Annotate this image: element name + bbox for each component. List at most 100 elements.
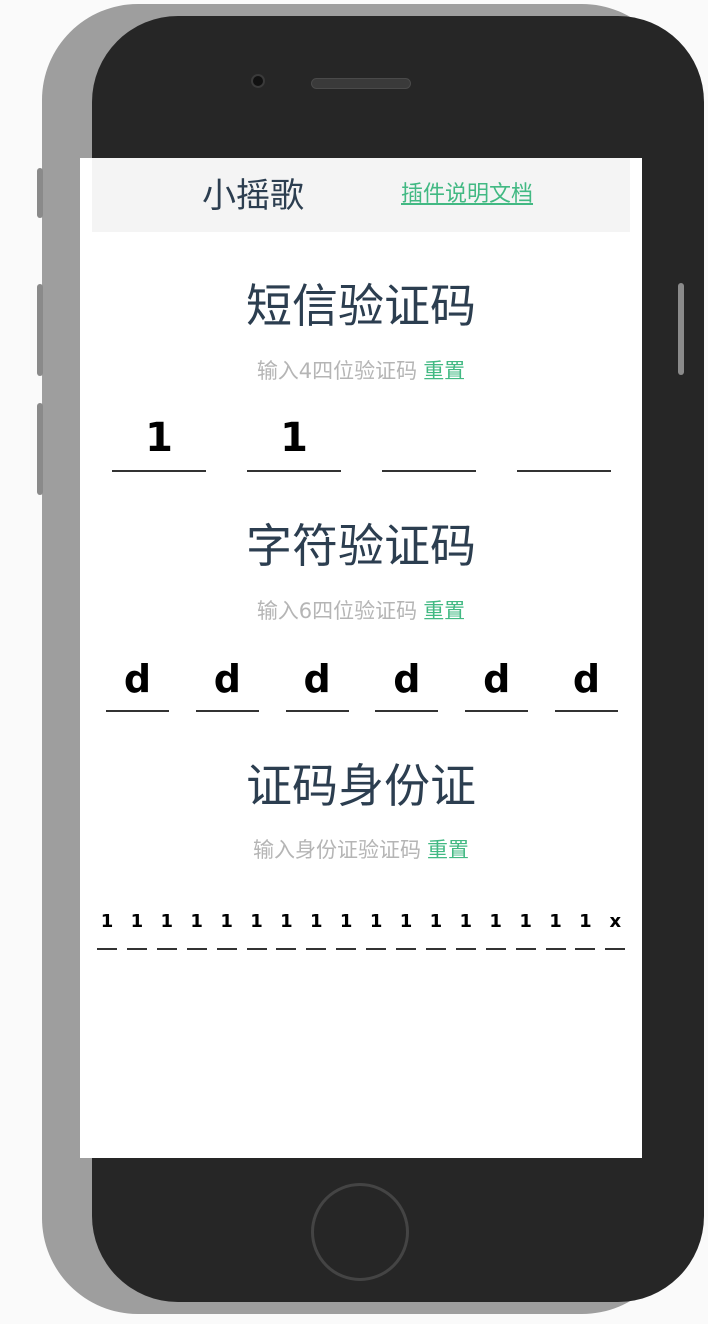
sms-code-char: 1 — [145, 415, 173, 461]
idcard-code-char: 1 — [339, 911, 353, 932]
char-code-char: d — [483, 657, 511, 701]
idcard-code-char: 1 — [519, 911, 532, 932]
plugin-doc-link[interactable]: 插件说明文档 — [401, 176, 533, 208]
char-code-underline — [285, 710, 349, 712]
idcard-code-cell[interactable]: x — [605, 900, 626, 950]
char-hint: 输入6四位验证码 重置 — [80, 595, 642, 625]
idcard-code-cell[interactable]: 1 — [216, 900, 237, 950]
idcard-code-cell[interactable]: 1 — [455, 900, 476, 950]
char-code-char: d — [393, 657, 421, 701]
char-code-cell[interactable]: d — [465, 652, 529, 712]
sms-reset-button[interactable]: 重置 — [423, 359, 465, 383]
idcard-code-underline — [396, 948, 416, 950]
idcard-code-cell[interactable]: 1 — [306, 900, 327, 950]
char-code-underline — [195, 710, 259, 712]
idcard-code-underline — [156, 948, 177, 950]
sms-code-row: 11 — [80, 410, 642, 472]
idcard-code-underline — [515, 948, 536, 950]
sms-code-char: 1 — [280, 415, 308, 461]
char-code-cell[interactable]: d — [555, 652, 618, 712]
char-code-underline — [465, 710, 529, 712]
idcard-code-char: 1 — [280, 911, 293, 932]
sms-code-underline — [382, 470, 476, 472]
idcard-code-underline — [545, 948, 566, 950]
idcard-code-cell[interactable]: 1 — [336, 900, 357, 950]
idcard-code-cell[interactable]: 1 — [515, 900, 536, 950]
idcard-section-title: 证码身份证 — [246, 759, 476, 813]
mute-switch — [37, 168, 43, 218]
speaker-icon — [311, 78, 411, 89]
idcard-code-cell[interactable]: 1 — [485, 900, 506, 950]
char-hint-text: 输入6四位验证码 — [256, 599, 418, 623]
idcard-code-char: 1 — [250, 911, 263, 932]
idcard-code-cell[interactable]: 1 — [575, 900, 596, 950]
power-button — [678, 283, 684, 375]
app-header: 小摇歌 插件说明文档 — [92, 158, 630, 232]
idcard-code-cell[interactable]: 1 — [396, 900, 416, 950]
char-code-char: d — [123, 657, 152, 701]
idcard-code-underline — [485, 948, 506, 950]
idcard-code-underline — [366, 948, 387, 950]
sms-code-cell[interactable] — [382, 410, 476, 472]
sms-section-title: 短信验证码 — [246, 279, 476, 333]
idcard-reset-button[interactable]: 重置 — [427, 838, 469, 862]
char-code-cell[interactable]: d — [106, 652, 169, 712]
idcard-code-char: 1 — [100, 911, 114, 932]
idcard-hint-text: 输入身份证验证码 — [253, 838, 421, 862]
idcard-code-cell[interactable]: 1 — [97, 900, 117, 950]
idcard-code-underline — [605, 948, 626, 950]
idcard-code-underline — [336, 948, 357, 950]
idcard-code-cell[interactable]: 1 — [186, 900, 207, 950]
idcard-code-underline — [97, 948, 117, 950]
idcard-code-char: 1 — [489, 911, 502, 932]
char-section-title: 字符验证码 — [246, 519, 476, 573]
idcard-code-char: 1 — [429, 911, 443, 932]
idcard-code-char: x — [609, 911, 622, 932]
idcard-code-char: 1 — [220, 911, 233, 932]
idcard-code-cell[interactable]: 1 — [156, 900, 177, 950]
sms-code-underline — [517, 470, 611, 472]
idcard-hint: 输入身份证验证码 重置 — [80, 834, 642, 864]
app-brand: 小摇歌 — [202, 176, 304, 216]
idcard-code-underline — [425, 948, 446, 950]
idcard-code-row: 11111111111111111x — [80, 900, 642, 950]
sms-code-underline — [247, 470, 341, 472]
idcard-code-char: 1 — [579, 911, 592, 932]
char-code-char: d — [303, 657, 331, 701]
char-code-underline — [555, 710, 618, 712]
char-code-char: d — [572, 657, 601, 701]
idcard-code-char: 1 — [310, 911, 323, 932]
volume-down-button — [37, 403, 43, 495]
idcard-code-underline — [216, 948, 237, 950]
sms-hint: 输入4四位验证码 重置 — [80, 355, 642, 385]
idcard-code-cell[interactable]: 1 — [126, 900, 147, 950]
sms-code-cell[interactable] — [517, 410, 611, 472]
idcard-code-cell[interactable]: 1 — [425, 900, 446, 950]
idcard-code-char: 1 — [459, 911, 473, 932]
sms-code-cell[interactable]: 1 — [112, 410, 206, 472]
char-code-char: d — [213, 657, 241, 701]
idcard-code-cell[interactable]: 1 — [366, 900, 387, 950]
char-code-cell[interactable]: d — [195, 652, 259, 712]
idcard-code-underline — [276, 948, 297, 950]
idcard-code-char: 1 — [130, 911, 144, 932]
app-screen: 小摇歌 插件说明文档 短信验证码 输入4四位验证码 重置 11 字符验证码 输入6… — [80, 158, 642, 1158]
char-code-cell[interactable]: d — [375, 652, 439, 712]
char-code-underline — [106, 710, 169, 712]
idcard-code-char: 1 — [190, 911, 203, 932]
idcard-code-underline — [246, 948, 267, 950]
char-code-cell[interactable]: d — [285, 652, 349, 712]
idcard-code-underline — [575, 948, 596, 950]
idcard-code-underline — [186, 948, 207, 950]
idcard-code-underline — [455, 948, 476, 950]
idcard-code-cell[interactable]: 1 — [246, 900, 267, 950]
sms-code-underline — [112, 470, 206, 472]
home-button-icon[interactable] — [311, 1183, 409, 1281]
char-reset-button[interactable]: 重置 — [423, 599, 465, 623]
idcard-code-cell[interactable]: 1 — [545, 900, 566, 950]
sms-code-cell[interactable]: 1 — [247, 410, 341, 472]
idcard-code-cell[interactable]: 1 — [276, 900, 297, 950]
idcard-code-underline — [306, 948, 327, 950]
idcard-code-char: 1 — [549, 911, 562, 932]
idcard-code-char: 1 — [399, 911, 413, 932]
